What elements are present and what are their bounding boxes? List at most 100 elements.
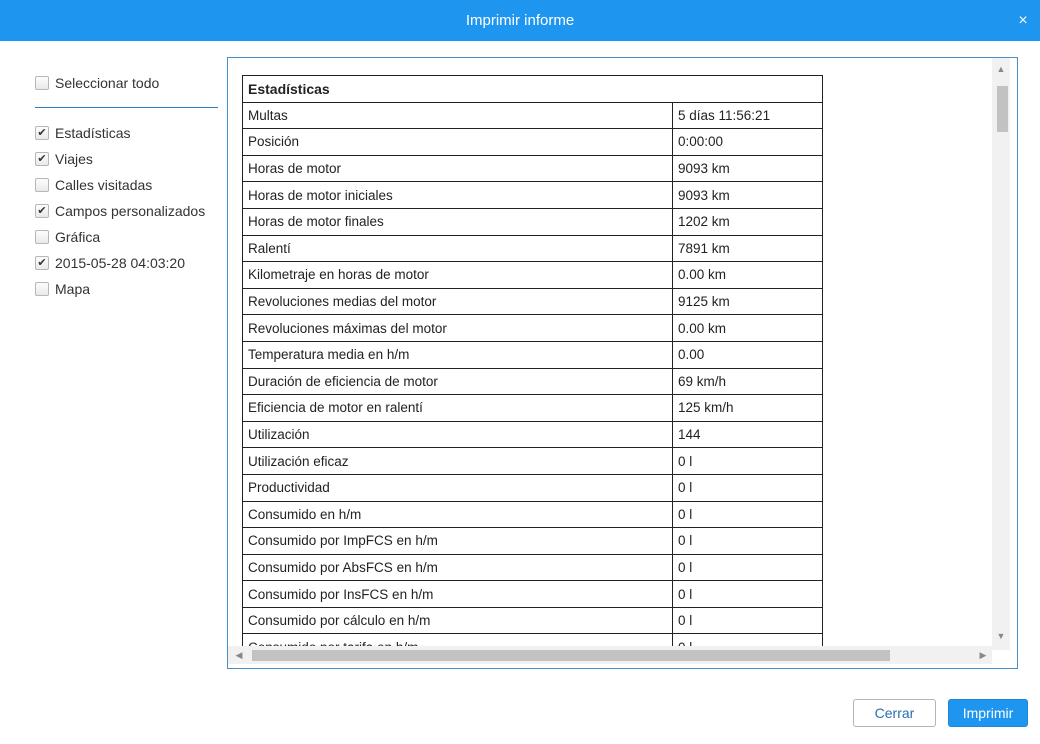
- table-row: Ralentí 7891 km: [242, 234, 823, 263]
- stat-name: Consumido por cálculo en h/m: [242, 606, 673, 635]
- stat-name: Consumido por ImpFCS en h/m: [242, 527, 673, 555]
- table-row: Horas de motor iniciales 9093 km: [242, 181, 823, 209]
- stat-value: 7891 km: [672, 234, 823, 263]
- stat-value: 0 l: [672, 447, 823, 475]
- option-checkbox[interactable]: ✔ Estadísticas: [35, 120, 225, 146]
- stat-name: Consumido en h/m: [242, 500, 673, 529]
- dialog-titlebar: Imprimir informe ×: [0, 0, 1040, 41]
- scroll-left-icon[interactable]: ◀: [234, 650, 244, 660]
- checkbox-checked[interactable]: ✔: [35, 256, 49, 270]
- statistics-table: Estadísticas Multas 5 días 11:56:21 Posici…: [242, 75, 823, 662]
- table-row: Kilometraje en horas de motor 0.00 km: [242, 261, 823, 289]
- stat-name: Consumido por InsFCS en h/m: [242, 580, 673, 608]
- table-row: Utilización 144: [242, 420, 823, 449]
- stat-name: Utilización: [242, 420, 673, 449]
- table-row: Productividad 0 l: [242, 473, 823, 502]
- close-icon[interactable]: ×: [1014, 12, 1032, 30]
- table-row: Consumido por ImpFCS en h/m 0 l: [242, 527, 823, 555]
- stat-value: 125 km/h: [672, 394, 823, 422]
- vertical-scroll-thumb[interactable]: [997, 86, 1008, 132]
- stat-value: 0.00 km: [672, 314, 823, 342]
- report-preview: Estadísticas Multas 5 días 11:56:21 Posici…: [227, 57, 1018, 669]
- stat-name: Ralentí: [242, 234, 673, 263]
- stat-name: Revoluciones medias del motor: [242, 287, 673, 316]
- stat-value: 0 l: [672, 527, 823, 555]
- stat-value: 5 días 11:56:21: [672, 101, 823, 130]
- table-row: Consumido por AbsFCS en h/m 0 l: [242, 553, 823, 582]
- stat-name: Utilización eficaz: [242, 447, 673, 475]
- table-row: Utilización eficaz 0 l: [242, 447, 823, 475]
- option-checkbox[interactable]: Gráfica: [35, 224, 225, 250]
- stat-name: Temperatura media en h/m: [242, 340, 673, 369]
- checkbox-checked[interactable]: ✔: [35, 126, 49, 140]
- stat-value: 0 l: [672, 500, 823, 529]
- option-label: Calles visitadas: [55, 177, 153, 193]
- checkbox-unchecked[interactable]: [35, 230, 49, 244]
- option-label: Mapa: [55, 281, 91, 297]
- stat-value: 9093 km: [672, 181, 823, 209]
- checkbox-unchecked[interactable]: [35, 178, 49, 192]
- stat-value: 1202 km: [672, 207, 823, 236]
- stat-name: Eficiencia de motor en ralentí: [242, 394, 673, 422]
- stat-value: 0:00:00: [672, 128, 823, 156]
- scroll-up-icon[interactable]: ▲: [996, 64, 1006, 74]
- stat-name: Productividad: [242, 473, 673, 502]
- scroll-right-icon[interactable]: ▶: [978, 650, 988, 660]
- table-row: Temperatura media en h/m 0.00: [242, 340, 823, 369]
- option-list: ✔ Estadísticas ✔ Viajes Calles visitadas ✔ Cam…: [35, 120, 225, 302]
- stat-name: Horas de motor: [242, 154, 673, 183]
- stat-name: Consumido por AbsFCS en h/m: [242, 553, 673, 582]
- select-all-checkbox[interactable]: Seleccionar todo: [35, 70, 225, 96]
- checkbox-checked[interactable]: ✔: [35, 152, 49, 166]
- scroll-down-icon[interactable]: ▼: [996, 631, 1006, 641]
- option-label: Gráfica: [55, 229, 101, 245]
- option-label: 2015-05-28 04:03:20: [55, 255, 185, 271]
- table-header-row: Estadísticas: [242, 75, 823, 103]
- table-row: Revoluciones medias del motor 9125 km: [242, 287, 823, 316]
- stat-name: Revoluciones máximas del motor: [242, 314, 673, 342]
- table-row: Horas de motor finales 1202 km: [242, 207, 823, 236]
- option-label: Campos personalizados: [55, 203, 206, 219]
- option-checkbox[interactable]: ✔ Campos personalizados: [35, 198, 225, 224]
- table-row: Consumido en h/m 0 l: [242, 500, 823, 529]
- stat-value: 0 l: [672, 473, 823, 502]
- table-row: Consumido por InsFCS en h/m 0 l: [242, 580, 823, 608]
- vertical-scrollbar[interactable]: ▲ ▼: [992, 58, 1010, 650]
- stat-name: Multas: [242, 101, 673, 130]
- select-all-label: Seleccionar todo: [55, 75, 160, 91]
- stat-value: 9125 km: [672, 287, 823, 316]
- option-checkbox[interactable]: ✔ Viajes: [35, 146, 225, 172]
- checkbox-box[interactable]: [35, 76, 49, 90]
- stat-value: 144: [672, 420, 823, 449]
- table-title: Estadísticas: [242, 75, 823, 103]
- table-row: Consumido por cálculo en h/m 0 l: [242, 606, 823, 635]
- dialog-title: Imprimir informe: [465, 12, 575, 29]
- print-report-dialog: Imprimir informe × Seleccionar todo ✔ Est…: [0, 0, 1040, 744]
- stat-value: 0 l: [672, 580, 823, 608]
- horizontal-scrollbar[interactable]: ◀ ▶: [228, 646, 992, 664]
- stat-value: 0.00 km: [672, 261, 823, 289]
- option-label: Viajes: [55, 151, 93, 167]
- option-checkbox[interactable]: Mapa: [35, 276, 225, 302]
- option-checkbox[interactable]: Calles visitadas: [35, 172, 225, 198]
- print-button[interactable]: Imprimir: [948, 699, 1028, 727]
- table-row: Revoluciones máximas del motor 0.00 km: [242, 314, 823, 342]
- stat-name: Duración de eficiencia de motor: [242, 367, 673, 396]
- option-label: Estadísticas: [55, 125, 131, 141]
- table-row: Horas de motor 9093 km: [242, 154, 823, 183]
- stat-value: 0.00: [672, 340, 823, 369]
- stat-value: 69 km/h: [672, 367, 823, 396]
- options-panel: Seleccionar todo ✔ Estadísticas ✔ Viajes Cal…: [35, 70, 225, 302]
- checkbox-checked[interactable]: ✔: [35, 204, 49, 218]
- divider: [35, 107, 218, 108]
- stat-value: 0 l: [672, 606, 823, 635]
- stat-name: Horas de motor finales: [242, 207, 673, 236]
- horizontal-scroll-thumb[interactable]: [252, 650, 890, 661]
- preview-content: Estadísticas Multas 5 días 11:56:21 Posici…: [242, 75, 823, 662]
- option-checkbox[interactable]: ✔ 2015-05-28 04:03:20: [35, 250, 225, 276]
- stat-name: Posición: [242, 128, 673, 156]
- stat-name: Kilometraje en horas de motor: [242, 261, 673, 289]
- cancel-button[interactable]: Cerrar: [853, 699, 936, 727]
- table-row: Eficiencia de motor en ralentí 125 km/h: [242, 394, 823, 422]
- checkbox-unchecked[interactable]: [35, 282, 49, 296]
